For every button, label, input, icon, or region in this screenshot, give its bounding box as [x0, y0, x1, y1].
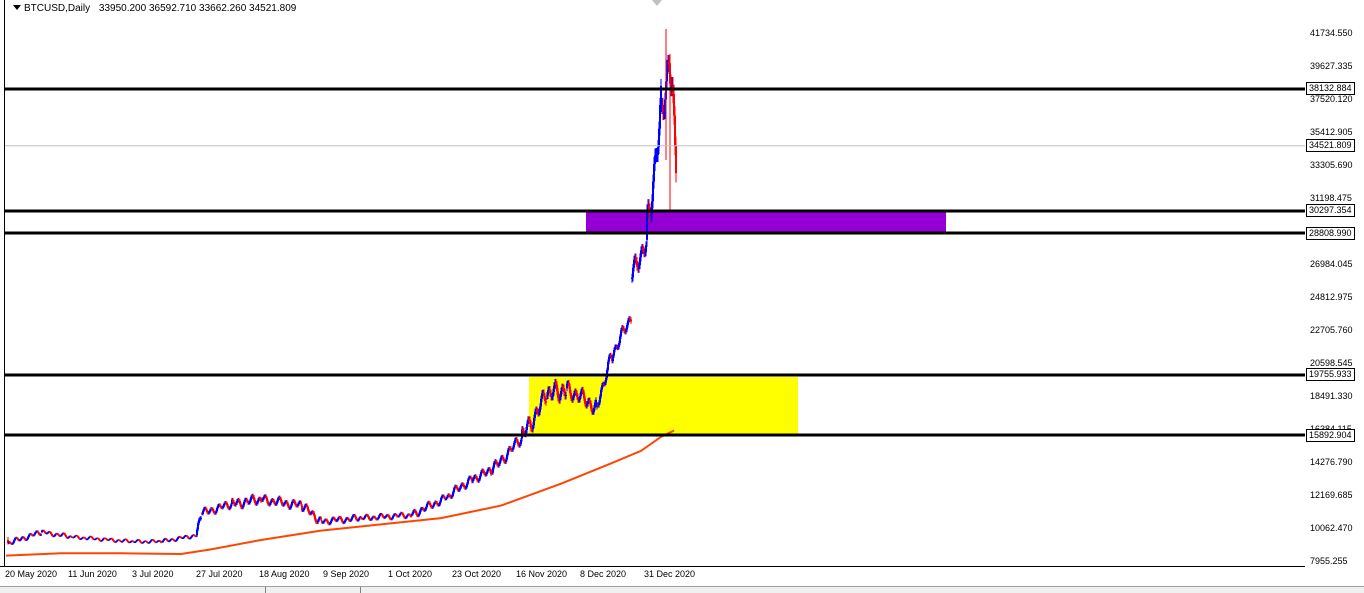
candle-body [300, 501, 302, 505]
price-tick: 39627.335 [1310, 61, 1353, 71]
price-tick: 10062.470 [1310, 523, 1353, 533]
moving-average-line [5, 429, 675, 557]
time-tick: 18 Aug 2020 [259, 569, 310, 579]
time-tick: 11 Jun 2020 [68, 569, 117, 579]
time-tick: 27 Jul 2020 [196, 569, 243, 579]
price-tick: 24812.975 [1310, 292, 1353, 302]
price-chart-svg [5, 29, 1305, 557]
candle-body [565, 395, 567, 397]
level-label-r2: 30297.354 [1306, 204, 1355, 217]
price-tick: 14276.790 [1310, 457, 1353, 467]
ohlc-values: 33950.200 36592.710 33662.260 34521.809 [98, 3, 297, 14]
chart-window[interactable]: BTCUSD,Daily 33950.200 36592.710 33662.2… [0, 0, 1364, 593]
candle-body [200, 517, 202, 519]
chart-plot-area[interactable]: BTCUSD,Daily 33950.200 36592.710 33662.2… [4, 0, 1306, 566]
time-tick: 9 Sep 2020 [323, 569, 370, 579]
time-tick: 3 Jul 2020 [132, 569, 174, 579]
level-label-r1: 38132.884 [1306, 82, 1355, 95]
price-tick: 37520.120 [1310, 94, 1353, 104]
price-tick: 7955.255 [1310, 556, 1348, 566]
candle-body [40, 534, 42, 536]
candle-body [675, 145, 677, 174]
price-tick: 26984.045 [1310, 259, 1353, 269]
level-label-s2: 15892.904 [1306, 429, 1355, 442]
collapse-triangle-icon[interactable] [13, 5, 21, 10]
current-price-label: 34521.809 [1306, 139, 1355, 152]
candle-body [320, 517, 322, 520]
chart-shift-marker-icon[interactable] [652, 0, 662, 6]
price-tick: 33305.690 [1310, 160, 1353, 170]
price-tick: 35412.905 [1310, 127, 1353, 137]
time-axis[interactable]: 20 May 2020 11 Jun 2020 3 Jul 2020 27 Ju… [0, 566, 1305, 587]
price-tick: 12169.685 [1310, 490, 1353, 500]
candle-body [595, 399, 597, 403]
time-tick: 31 Dec 2020 [644, 569, 696, 579]
time-tick: 8 Dec 2020 [580, 569, 627, 579]
time-tick: 1 Oct 2020 [388, 569, 433, 579]
level-label-r3: 28808.990 [1306, 227, 1355, 240]
symbol-label: BTCUSD,Daily [24, 3, 91, 14]
time-tick: 16 Nov 2020 [516, 569, 568, 579]
chart-tab[interactable] [265, 587, 266, 593]
chart-tab[interactable] [360, 587, 361, 593]
time-tick: 23 Oct 2020 [452, 569, 502, 579]
level-label-s1: 19755.933 [1306, 368, 1355, 381]
price-tick: 18491.330 [1310, 391, 1353, 401]
candle-body [630, 319, 632, 322]
resistance-zone [586, 212, 946, 232]
price-tick: 41734.550 [1310, 28, 1353, 38]
time-tick: 20 May 2020 [5, 569, 58, 579]
candle-body [545, 401, 547, 403]
price-tick: 31198.475 [1310, 193, 1352, 203]
price-tick: 22705.760 [1310, 325, 1353, 335]
chart-header: BTCUSD,Daily 33950.200 36592.710 33662.2… [13, 3, 296, 14]
price-tick: 20598.545 [1310, 358, 1353, 368]
